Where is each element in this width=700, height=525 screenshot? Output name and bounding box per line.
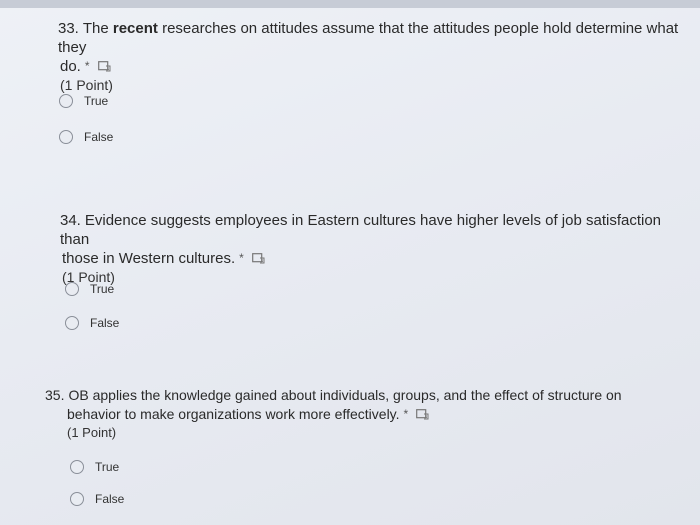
option-label: False — [95, 492, 125, 506]
question-35-text-b: behavior to make organizations work more… — [67, 406, 400, 422]
question-34-title: 34. Evidence suggests employees in Easter… — [60, 211, 690, 249]
question-35-title-line2: behavior to make organizations work more… — [45, 405, 685, 424]
question-35-points: (1 Point) — [67, 425, 117, 440]
top-band — [0, 0, 700, 8]
question-35: 35. OB applies the knowledge gained about… — [45, 386, 685, 442]
radio-button-icon[interactable] — [70, 492, 84, 506]
radio-button-icon[interactable] — [59, 130, 73, 144]
option-label: False — [90, 316, 120, 330]
question-33-option-false[interactable]: False — [59, 128, 113, 146]
required-asterisk: * — [403, 407, 409, 421]
question-34-points: (1 Point) — [62, 269, 115, 285]
question-33-title-line2: do. * — [58, 57, 688, 76]
question-35-title: 35. OB applies the knowledge gained about… — [45, 386, 685, 405]
question-34-option-false[interactable]: False — [65, 314, 119, 332]
radio-button-icon[interactable] — [70, 460, 84, 474]
question-33-points: (1 Point) — [60, 77, 113, 93]
radio-button-icon[interactable] — [65, 316, 79, 330]
radio-button-icon[interactable] — [65, 282, 79, 296]
question-33-option-true[interactable]: True — [59, 92, 108, 110]
option-label: True — [90, 282, 115, 296]
option-label: True — [95, 460, 120, 474]
immersive-reader-icon[interactable] — [251, 253, 265, 264]
question-34-title-line2: those in Western cultures. * — [60, 249, 690, 268]
question-35-option-true[interactable]: True — [70, 458, 119, 476]
immersive-reader-icon[interactable] — [416, 409, 429, 420]
question-34-number: 34. — [60, 212, 81, 229]
option-label: True — [84, 94, 109, 108]
question-34-option-true[interactable]: True — [65, 280, 114, 298]
question-34-text-b: those in Western cultures. — [62, 250, 236, 267]
question-33-number: 33. — [58, 20, 79, 37]
required-asterisk: * — [84, 59, 90, 73]
question-35-text-a: OB applies the knowledge gained about in… — [68, 387, 622, 403]
immersive-reader-icon[interactable] — [97, 61, 111, 72]
question-33-text-bold: recent — [112, 20, 158, 37]
question-35-option-false[interactable]: False — [70, 490, 124, 508]
question-34: 34. Evidence suggests employees in Easter… — [60, 211, 690, 286]
radio-button-icon[interactable] — [59, 94, 73, 108]
question-33-text-c: do. — [60, 58, 81, 75]
question-33-text-a: The — [82, 20, 113, 37]
question-33: 33. The recent researches on attitudes as… — [58, 19, 688, 94]
question-33-title: 33. The recent researches on attitudes as… — [58, 19, 688, 57]
question-35-number: 35. — [45, 387, 65, 403]
required-asterisk: * — [239, 251, 244, 265]
option-label: False — [84, 130, 114, 144]
question-34-text-a: Evidence suggests employees in Eastern c… — [60, 212, 662, 248]
